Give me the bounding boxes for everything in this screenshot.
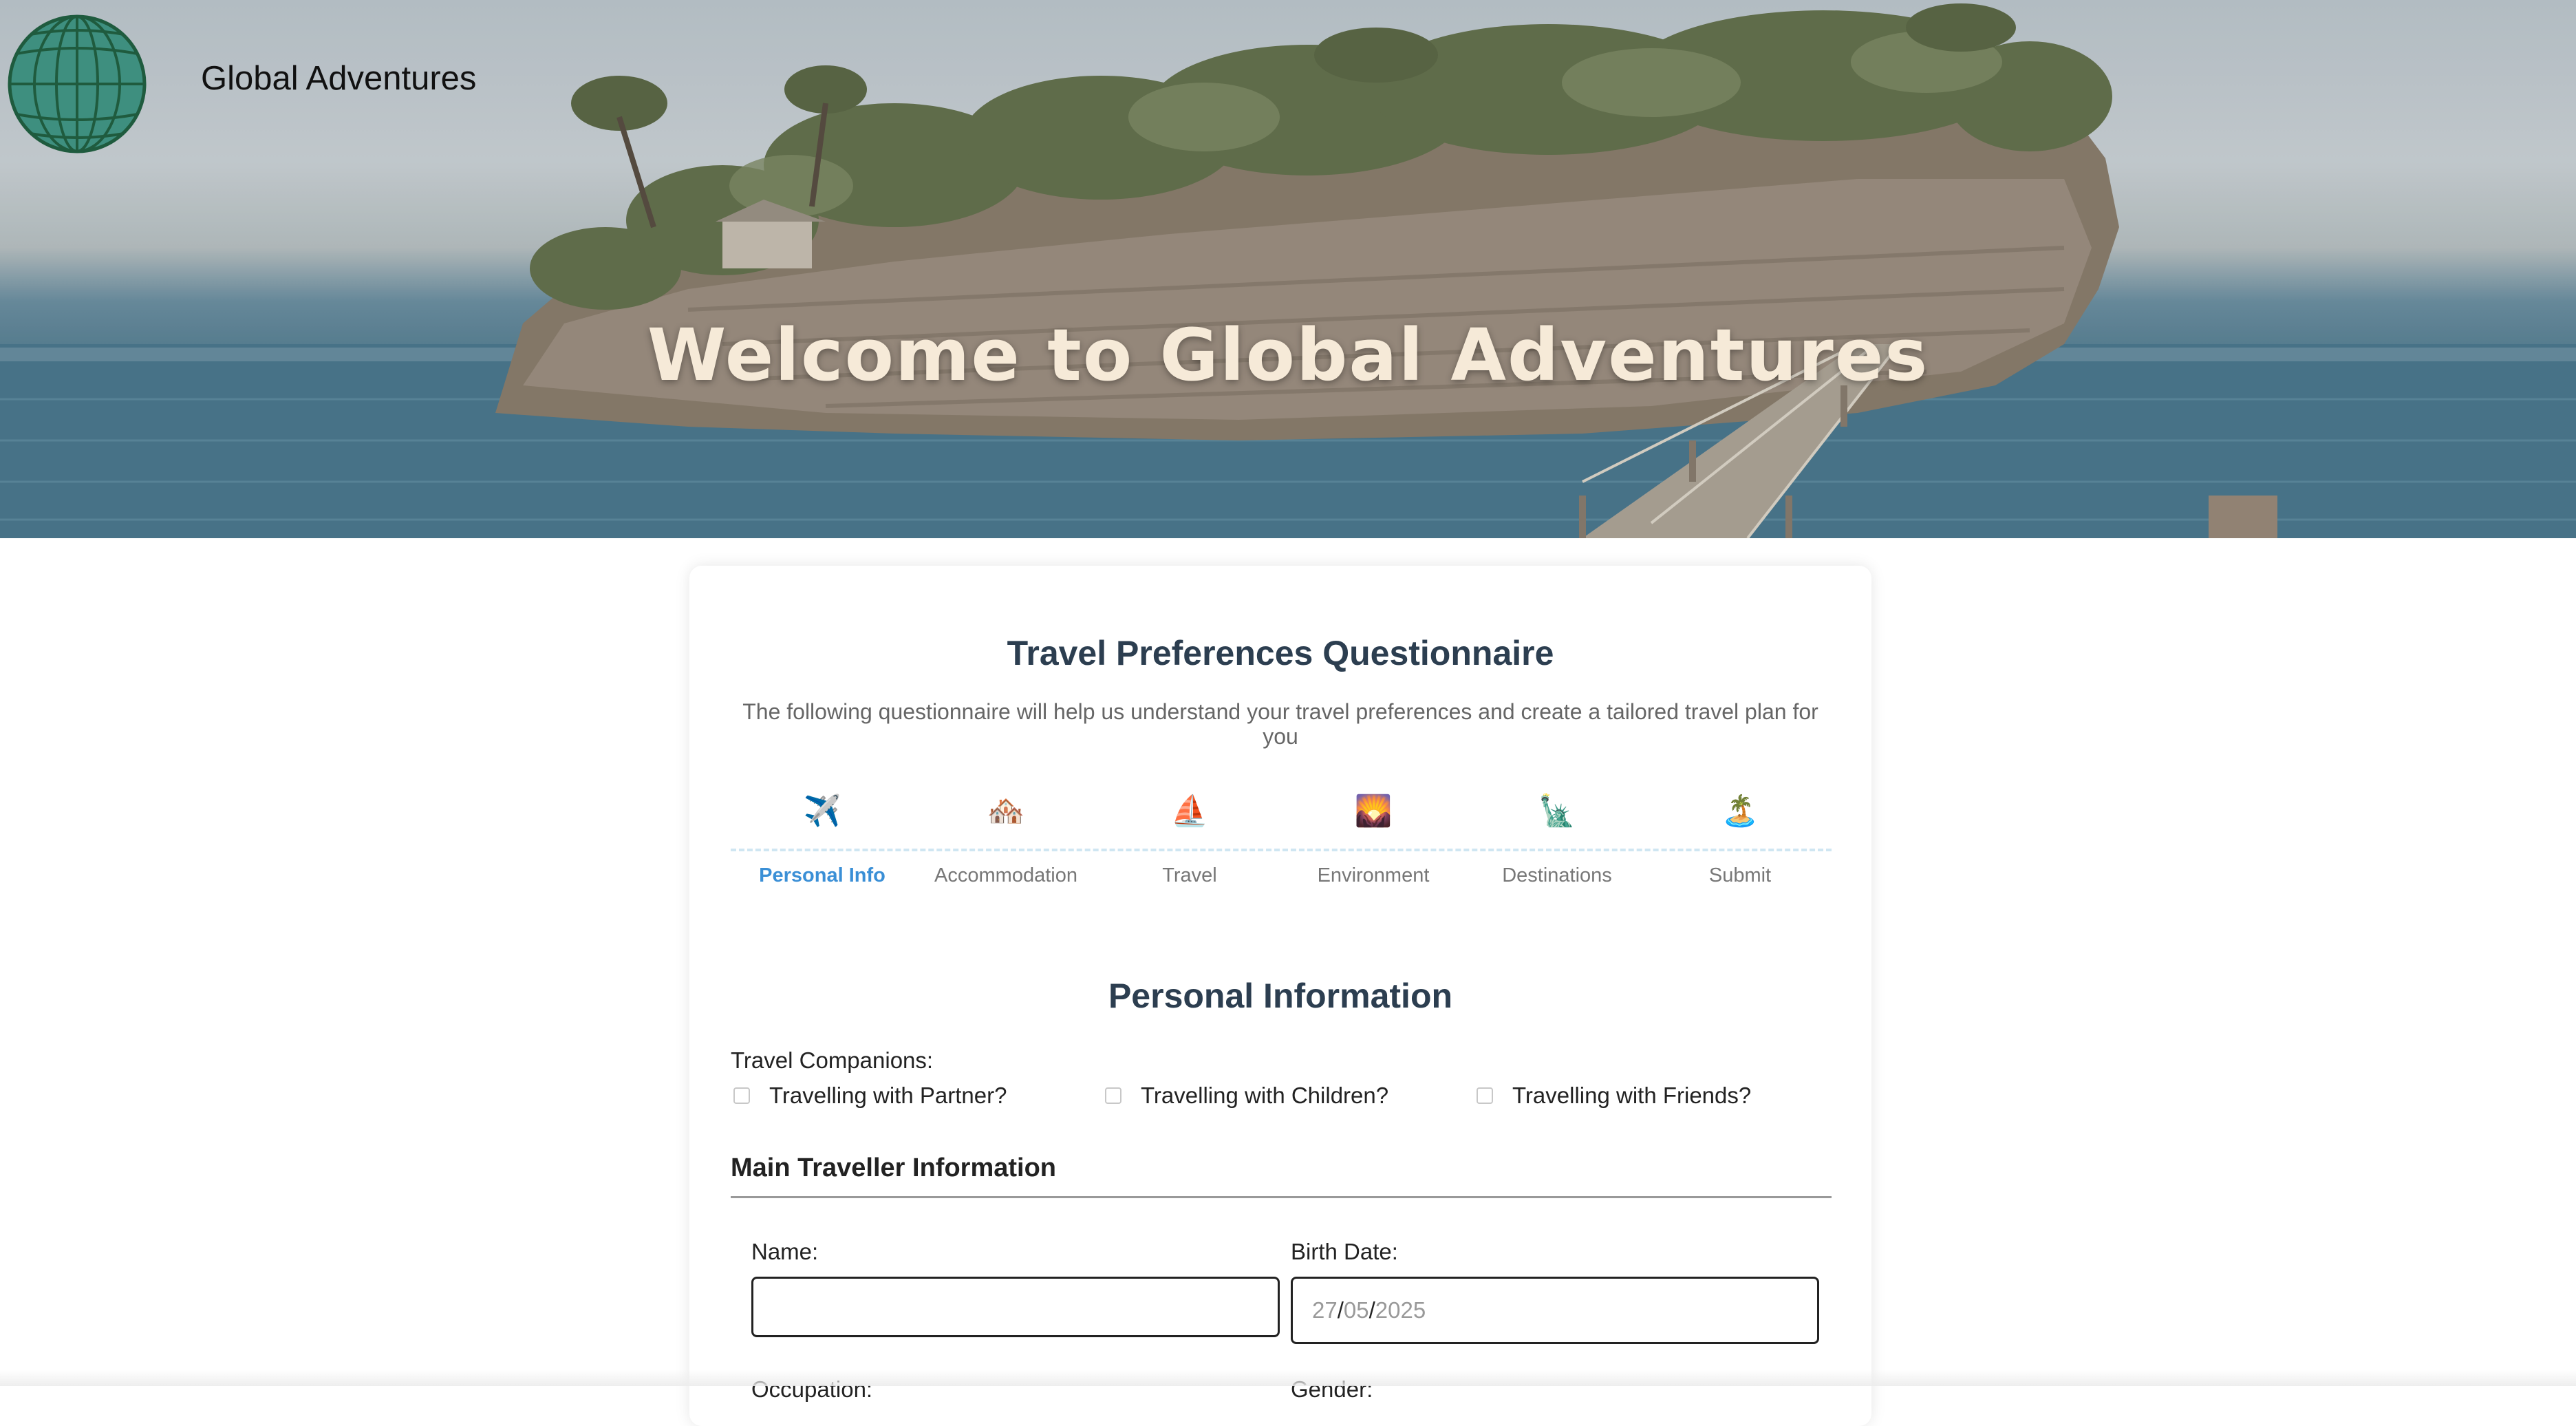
step-label: Travel (1162, 864, 1217, 886)
step-label: Destinations (1502, 864, 1612, 886)
houses-icon: 🏘️ (987, 794, 1025, 828)
children-checkbox-row[interactable]: Travelling with Children? (1105, 1081, 1388, 1111)
viewport-bottom-fade (0, 1370, 2576, 1386)
step-label: Accommodation (934, 864, 1077, 886)
step-environment[interactable]: 🌄 Environment (1282, 787, 1465, 887)
brand-name[interactable]: Global Adventures (201, 59, 476, 98)
name-label: Name: (751, 1239, 819, 1264)
sunrise-mountains-icon: 🌄 (1354, 794, 1393, 828)
partner-checkbox[interactable] (733, 1087, 750, 1104)
birth-day-segment[interactable]: 27 (1312, 1297, 1338, 1323)
birth-year-segment[interactable]: 2025 (1375, 1297, 1426, 1323)
step-label: Environment (1317, 864, 1430, 886)
date-separator: / (1368, 1297, 1375, 1323)
step-submit[interactable]: 🏝️ Submit (1649, 787, 1832, 887)
companions-label: Travel Companions: (731, 1047, 934, 1073)
globe-logo-icon[interactable] (7, 14, 147, 154)
step-label: Submit (1708, 864, 1772, 886)
airplane-icon: ✈️ (803, 794, 841, 828)
statue-of-liberty-icon: 🗽 (1538, 794, 1576, 828)
partner-checkbox-label[interactable]: Travelling with Partner? (769, 1083, 1007, 1109)
section-divider (731, 1196, 1832, 1198)
name-input[interactable] (751, 1277, 1280, 1337)
progress-steps: ✈️ Personal Info 🏘️ Accommodation ⛵ Trav… (731, 787, 1832, 886)
questionnaire-card: Travel Preferences Questionnaire The fol… (689, 566, 1871, 1426)
questionnaire-title: Travel Preferences Questionnaire (1007, 634, 1554, 672)
friends-checkbox-label[interactable]: Travelling with Friends? (1512, 1083, 1751, 1109)
questionnaire-description: The following questionnaire will help us… (742, 699, 1818, 749)
birth-month-segment[interactable]: 05 (1344, 1297, 1369, 1323)
friends-checkbox-row[interactable]: Travelling with Friends? (1477, 1081, 1751, 1111)
sailboat-icon: ⛵ (1170, 794, 1209, 828)
step-personal-info[interactable]: ✈️ Personal Info (731, 787, 914, 887)
hero-banner: Global Adventures Welcome to Global Adve… (0, 0, 2576, 538)
island-icon: 🏝️ (1721, 794, 1759, 828)
children-checkbox-label[interactable]: Travelling with Children? (1141, 1083, 1388, 1109)
birth-date-input[interactable]: 27/05/2025 (1291, 1277, 1819, 1344)
partner-checkbox-row[interactable]: Travelling with Partner? (733, 1081, 1007, 1111)
hero-title: Welcome to Global Adventures (647, 313, 1929, 397)
date-separator: / (1337, 1297, 1344, 1323)
main-traveller-heading: Main Traveller Information (731, 1153, 1056, 1182)
section-title: Personal Information (1108, 977, 1453, 1015)
friends-checkbox[interactable] (1477, 1087, 1493, 1104)
children-checkbox[interactable] (1105, 1087, 1121, 1104)
step-accommodation[interactable]: 🏘️ Accommodation (914, 787, 1097, 887)
step-travel[interactable]: ⛵ Travel (1098, 787, 1281, 887)
birth-date-label: Birth Date: (1291, 1239, 1398, 1264)
step-destinations[interactable]: 🗽 Destinations (1466, 787, 1649, 887)
step-label: Personal Info (759, 864, 886, 886)
